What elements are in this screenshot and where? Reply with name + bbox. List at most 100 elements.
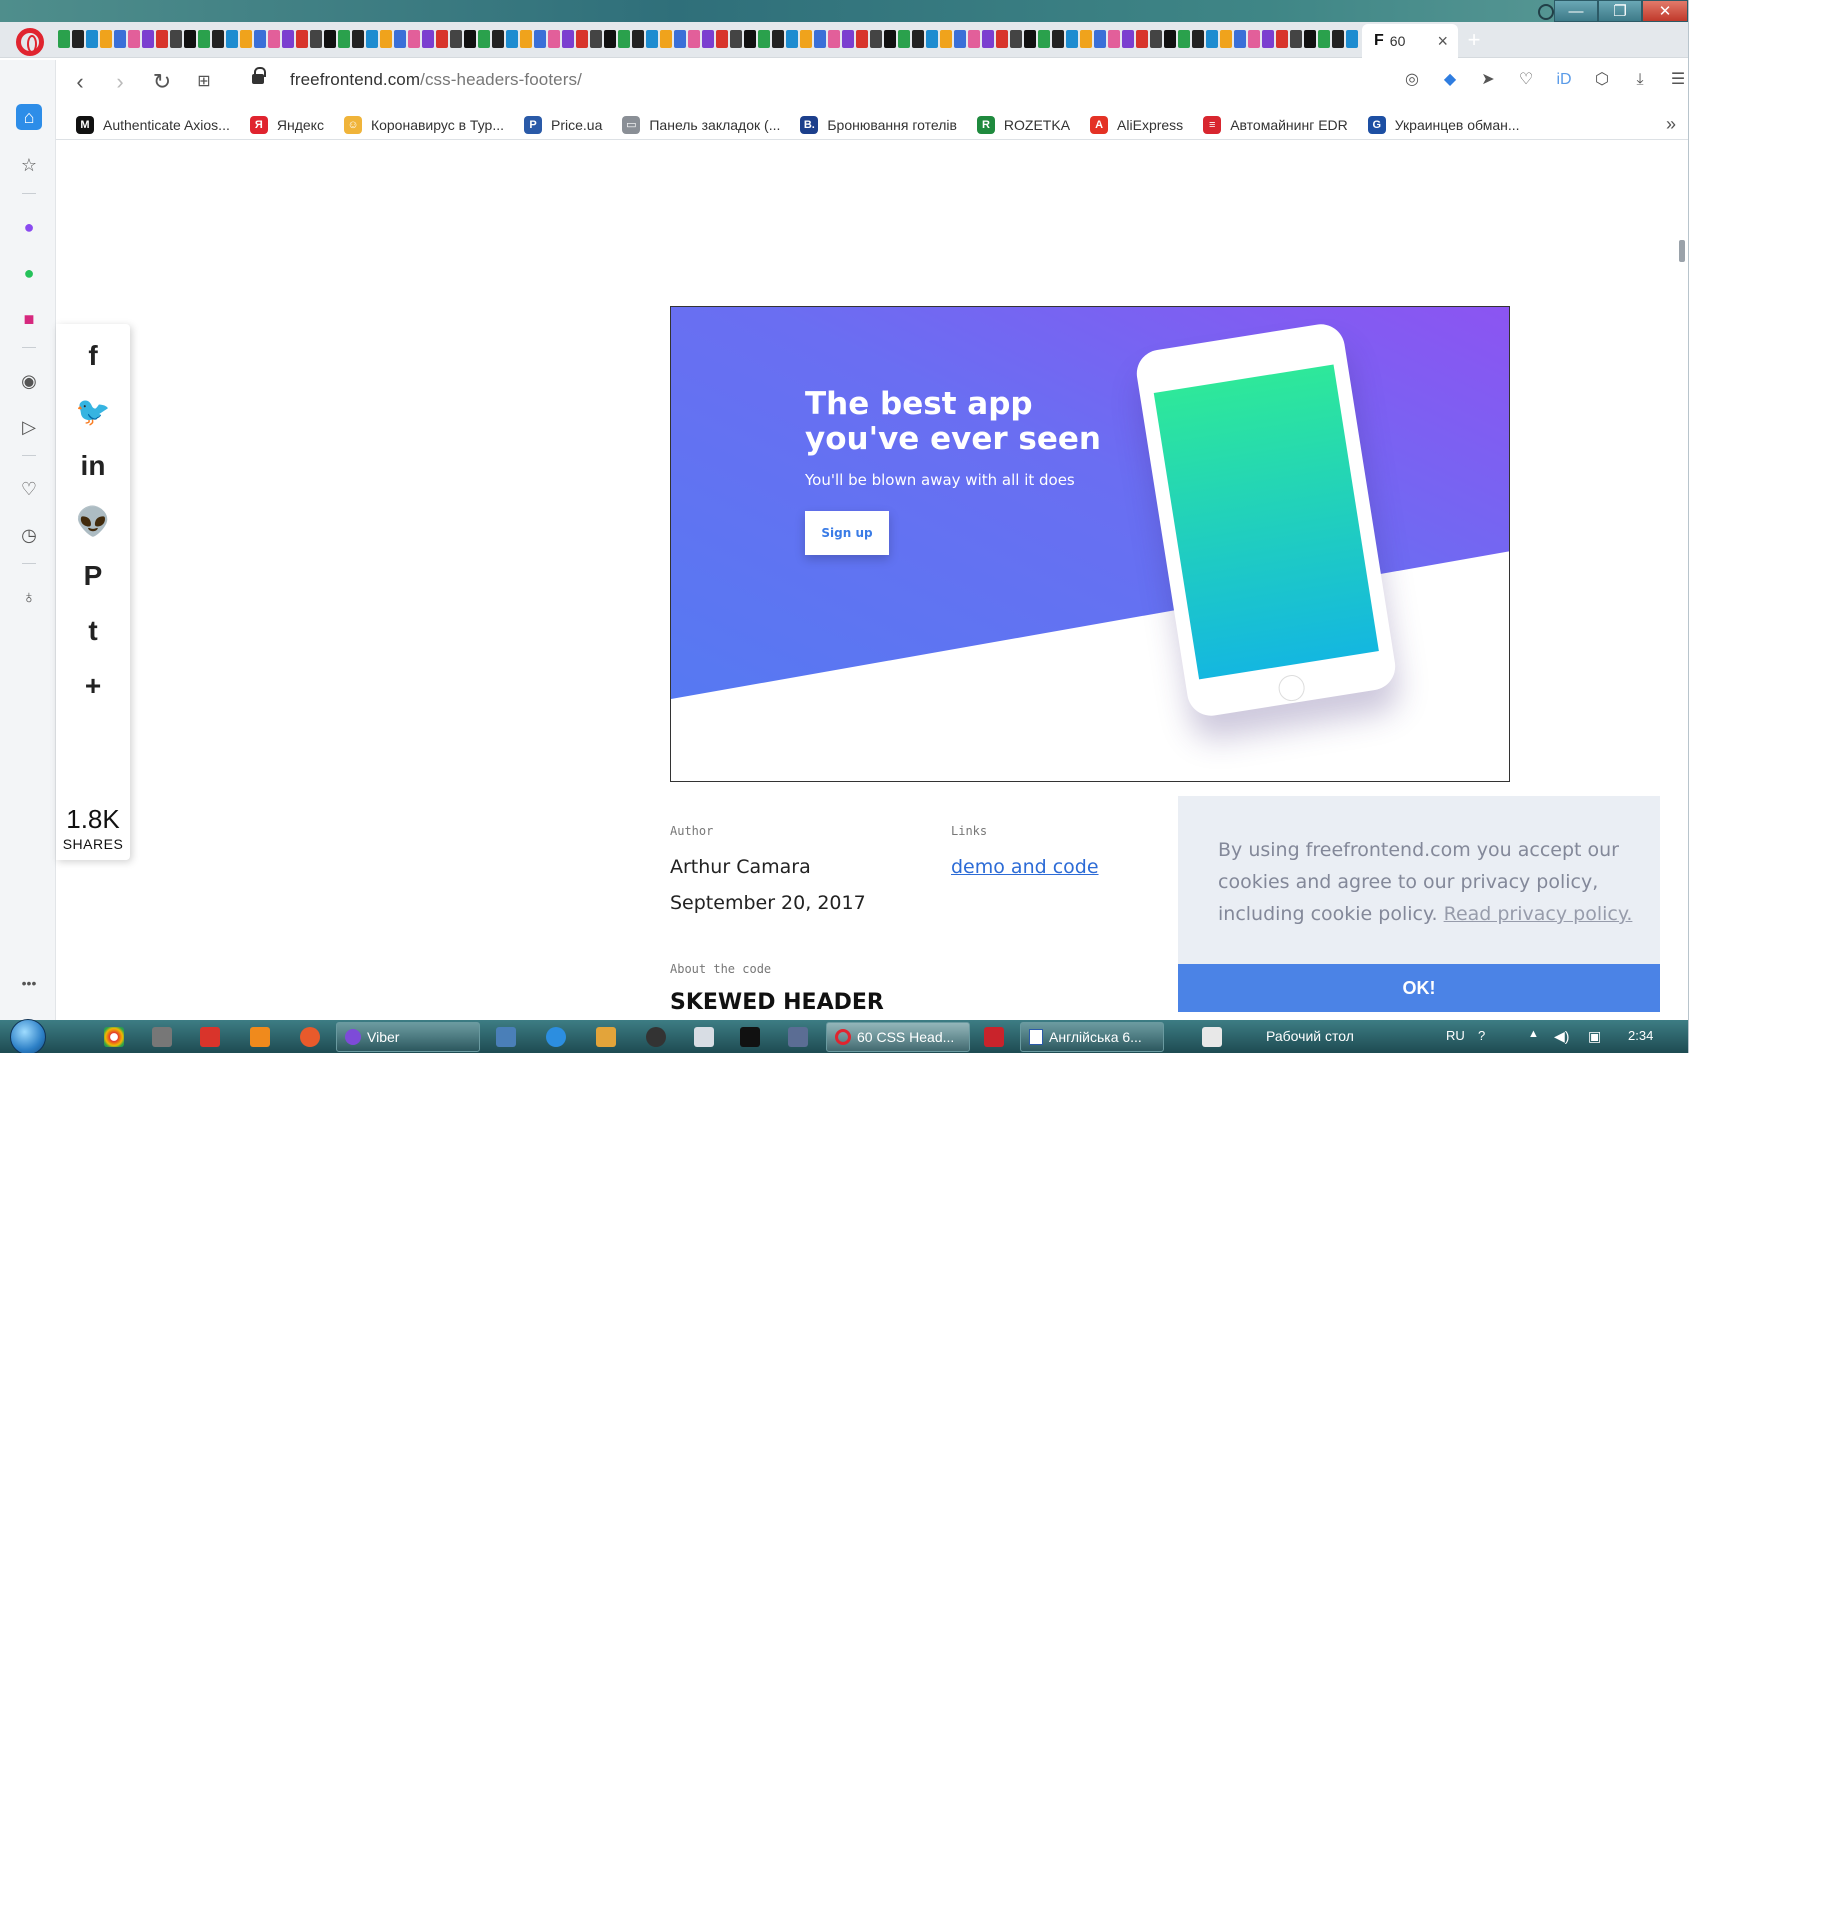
pinned-tab-icon[interactable] xyxy=(548,30,560,48)
magnifier-icon[interactable] xyxy=(1538,4,1554,20)
pinned-tab-icon[interactable] xyxy=(1276,30,1288,48)
pinned-tab-icon[interactable] xyxy=(1206,30,1218,48)
pinned-tab-icon[interactable] xyxy=(464,30,476,48)
pinned-tab-icon[interactable] xyxy=(632,30,644,48)
terminal-icon[interactable] xyxy=(740,1027,760,1047)
pinned-tab-icon[interactable] xyxy=(814,30,826,48)
app-yu-icon[interactable] xyxy=(646,1027,666,1047)
pinned-tab-icon[interactable] xyxy=(184,30,196,48)
opera-gx-icon[interactable] xyxy=(300,1027,320,1047)
media-icon[interactable] xyxy=(596,1027,616,1047)
pinned-tab-icon[interactable] xyxy=(534,30,546,48)
pinned-tab-icon[interactable] xyxy=(450,30,462,48)
pinned-tab-icon[interactable] xyxy=(562,30,574,48)
pinned-tab-icon[interactable] xyxy=(828,30,840,48)
lock-icon[interactable] xyxy=(252,67,266,84)
player-icon[interactable]: ◉ xyxy=(16,368,42,394)
pinned-tab-icon[interactable] xyxy=(758,30,770,48)
history-clock-icon[interactable]: ◷ xyxy=(16,522,42,548)
desktop-toolbar-label[interactable]: Рабочий стол xyxy=(1266,1028,1354,1044)
pinned-tab-icon[interactable] xyxy=(352,30,364,48)
app-window-icon[interactable] xyxy=(496,1027,516,1047)
pinned-tab-icon[interactable] xyxy=(1150,30,1162,48)
pinned-tab-icon[interactable] xyxy=(1262,30,1274,48)
pinned-tab-icon[interactable] xyxy=(912,30,924,48)
pinned-tab-icon[interactable] xyxy=(170,30,182,48)
pinned-tab-icon[interactable] xyxy=(1346,30,1358,48)
linkedin-icon[interactable]: in xyxy=(56,446,130,486)
pinned-tab-icon[interactable] xyxy=(926,30,938,48)
bookmark-item[interactable]: M Authenticate Axios... xyxy=(76,115,230,134)
tab-active[interactable]: F 60 × xyxy=(1362,24,1458,58)
pinned-tab-icon[interactable] xyxy=(1332,30,1344,48)
help-icon[interactable]: ? xyxy=(1478,1028,1485,1043)
privacy-policy-link[interactable]: Read privacy policy. xyxy=(1444,903,1633,925)
bookmarks-more-icon[interactable]: » xyxy=(1666,114,1676,135)
maximize-button[interactable]: ❐ xyxy=(1598,0,1642,22)
pinned-tab-icon[interactable] xyxy=(646,30,658,48)
facebook-icon[interactable]: f xyxy=(56,336,130,376)
pdf-icon[interactable] xyxy=(984,1027,1004,1047)
send-sidebar-icon[interactable]: ▷ xyxy=(16,414,42,440)
pinned-tab-icon[interactable] xyxy=(492,30,504,48)
language-indicator[interactable]: RU xyxy=(1446,1028,1465,1043)
pinned-tab-icon[interactable] xyxy=(1122,30,1134,48)
bookmark-item[interactable]: B. Бронювання готелів xyxy=(800,115,957,134)
tray-arrow-icon[interactable]: ▲ xyxy=(1528,1028,1539,1040)
pinned-tab-icon[interactable] xyxy=(702,30,714,48)
ie-icon[interactable] xyxy=(546,1027,566,1047)
pinned-tab-icon[interactable] xyxy=(1164,30,1176,48)
app-doc-icon[interactable] xyxy=(694,1027,714,1047)
messenger-icon[interactable]: ● xyxy=(16,214,42,240)
pinned-tab-icon[interactable] xyxy=(142,30,154,48)
reddit-icon[interactable]: 👽 xyxy=(56,501,130,541)
network-icon[interactable]: ▣ xyxy=(1588,1028,1601,1045)
pinned-tab-icon[interactable] xyxy=(156,30,168,48)
heart-icon[interactable]: ♡ xyxy=(1514,68,1538,92)
cookie-ok-button[interactable]: OK! xyxy=(1178,964,1660,1012)
pinned-tab-icon[interactable] xyxy=(786,30,798,48)
opera-logo-icon[interactable] xyxy=(16,28,44,56)
vpn-shield-icon[interactable]: ◆ xyxy=(1438,68,1462,92)
cube-icon[interactable]: ⬡ xyxy=(1590,68,1614,92)
pinned-tab-icon[interactable] xyxy=(366,30,378,48)
pinned-tab-icon[interactable] xyxy=(1024,30,1036,48)
send-icon[interactable]: ➤ xyxy=(1476,68,1500,92)
pinned-tab-icon[interactable] xyxy=(1178,30,1190,48)
instagram-icon[interactable]: ■ xyxy=(16,306,42,332)
taskbar-word[interactable]: Англійська 6... xyxy=(1020,1022,1164,1052)
pinned-tab-icon[interactable] xyxy=(604,30,616,48)
app-k-icon[interactable] xyxy=(152,1027,172,1047)
pinned-tab-icon[interactable] xyxy=(1038,30,1050,48)
bookmark-item[interactable]: A AliExpress xyxy=(1090,115,1183,134)
pinned-tab-icon[interactable] xyxy=(1304,30,1316,48)
forward-button[interactable]: › xyxy=(106,68,134,96)
pinned-tab-icon[interactable] xyxy=(1318,30,1330,48)
settings-sliders-icon[interactable]: ☰ xyxy=(1666,68,1688,92)
bookmark-item[interactable]: G Украинцев обман... xyxy=(1367,115,1520,134)
bookmark-item[interactable]: ≡ Автомайнинг EDR xyxy=(1203,115,1348,134)
pinned-tab-icon[interactable] xyxy=(478,30,490,48)
pinned-tab-icon[interactable] xyxy=(72,30,84,48)
tumblr-icon[interactable]: t xyxy=(56,611,130,651)
pinned-tab-icon[interactable] xyxy=(954,30,966,48)
minimize-button[interactable]: — xyxy=(1554,0,1598,22)
pinned-tab-icon[interactable] xyxy=(996,30,1008,48)
pinned-tab-icon[interactable] xyxy=(688,30,700,48)
pinned-tab-icon[interactable] xyxy=(884,30,896,48)
pinned-tab-icon[interactable] xyxy=(800,30,812,48)
pinned-tab-icon[interactable] xyxy=(436,30,448,48)
pinned-tab-icon[interactable] xyxy=(982,30,994,48)
page-scrollbar[interactable] xyxy=(1679,240,1685,262)
pinned-tab-icon[interactable] xyxy=(590,30,602,48)
demo-and-code-link[interactable]: demo and code xyxy=(951,856,1099,878)
pinned-tab-icon[interactable] xyxy=(1080,30,1092,48)
chrome-icon[interactable] xyxy=(104,1027,124,1047)
pinned-tab-icon[interactable] xyxy=(1136,30,1148,48)
pinned-tab-icon[interactable] xyxy=(212,30,224,48)
pinned-tabs[interactable] xyxy=(58,30,1358,50)
pinned-tab-icon[interactable] xyxy=(744,30,756,48)
pinned-tab-icon[interactable] xyxy=(940,30,952,48)
pinned-tab-icon[interactable] xyxy=(1052,30,1064,48)
volume-icon[interactable]: ◀) xyxy=(1554,1028,1569,1045)
